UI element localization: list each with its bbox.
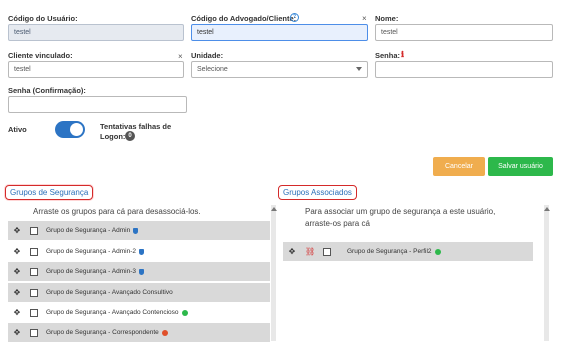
password-input[interactable] xyxy=(375,61,553,78)
associated-groups-title: Grupos Associados xyxy=(278,185,357,200)
green-dot-icon xyxy=(434,248,441,255)
group-row-3[interactable]: ✥ Grupo de Segurança - Avançado Consulti… xyxy=(8,283,270,302)
name-input[interactable]: testel xyxy=(375,24,553,41)
group-checkbox[interactable] xyxy=(30,247,38,256)
password-label: Senha: xyxy=(375,51,401,60)
group-label: Grupo de Segurança - Avançado Contencios… xyxy=(46,309,179,316)
group-label: Grupo de Segurança - Avançado Consultivo xyxy=(46,289,173,296)
group-label: Grupo de Segurança - Correspondente xyxy=(46,329,159,336)
password-confirm-input[interactable] xyxy=(8,96,187,113)
group-checkbox[interactable] xyxy=(30,308,38,317)
name-label: Nome: xyxy=(375,14,399,23)
move-icon[interactable]: ✥ xyxy=(12,308,22,317)
move-icon[interactable]: ✥ xyxy=(287,247,297,256)
toggle-knob xyxy=(70,123,83,136)
associated-label: Grupo de Segurança - Perfil2 xyxy=(347,248,432,255)
group-label: Grupo de Segurança - Admin xyxy=(46,227,131,234)
help-circle-icon[interactable]: ? xyxy=(290,13,299,22)
failed-logins-badge: 0 xyxy=(125,131,135,141)
move-icon[interactable]: ✥ xyxy=(12,226,22,235)
associated-row-0[interactable]: ✥ ⛓ Grupo de Segurança - Perfil2 xyxy=(283,242,533,261)
associated-scrollbar[interactable] xyxy=(544,205,549,341)
save-user-button[interactable]: Salvar usuário xyxy=(488,157,553,176)
group-row-0[interactable]: ✥ Grupo de Segurança - Admin xyxy=(8,221,270,240)
green-dot-icon xyxy=(181,309,188,316)
move-icon[interactable]: ✥ xyxy=(12,328,22,337)
groups-scrollbar[interactable] xyxy=(271,205,276,341)
failed-logins-label-line1: Tentativas falhas de xyxy=(100,122,172,131)
group-label: Grupo de Segurança - Admin-2 xyxy=(46,248,136,255)
unlink-icon[interactable]: ⛓ xyxy=(305,247,315,256)
security-groups-title: Grupos de Segurança xyxy=(5,185,94,200)
linked-client-input[interactable]: testel xyxy=(8,61,184,78)
lawyer-code-label: Código do Advogado/Cliente: xyxy=(191,14,297,23)
lawyer-code-input[interactable]: testel xyxy=(191,24,368,41)
associated-hint-line2: arraste-os para cá xyxy=(305,219,370,228)
move-icon[interactable]: ✥ xyxy=(12,288,22,297)
unit-select-value: Selecione xyxy=(197,66,228,73)
group-row-2[interactable]: ✥ Grupo de Segurança - Admin-3 xyxy=(8,262,270,281)
group-label: Grupo de Segurança - Admin-3 xyxy=(46,268,136,275)
linked-client-label: Cliente vinculado: xyxy=(8,51,73,60)
shield-icon xyxy=(138,248,144,255)
associated-checkbox[interactable] xyxy=(323,247,331,256)
required-icon: ℹ xyxy=(401,50,405,59)
groups-hint: Arraste os grupos para cá para desassoci… xyxy=(33,207,201,216)
clear-linked-client-icon[interactable]: × xyxy=(178,52,183,61)
red-dot-icon xyxy=(161,329,168,336)
group-checkbox[interactable] xyxy=(30,328,38,337)
move-icon[interactable]: ✥ xyxy=(12,247,22,256)
active-label: Ativo xyxy=(8,125,27,134)
move-icon[interactable]: ✥ xyxy=(12,267,22,276)
clear-lawyer-code-icon[interactable]: × xyxy=(362,14,367,23)
shield-icon xyxy=(133,227,139,234)
group-row-4[interactable]: ✥ Grupo de Segurança - Avançado Contenci… xyxy=(8,303,270,322)
group-row-1[interactable]: ✥ Grupo de Segurança - Admin-2 xyxy=(8,242,270,261)
unit-select[interactable]: Selecione xyxy=(191,61,368,78)
active-toggle[interactable] xyxy=(55,121,85,138)
unit-label: Unidade: xyxy=(191,51,224,60)
shield-icon xyxy=(138,268,144,275)
group-checkbox[interactable] xyxy=(30,267,38,276)
group-checkbox[interactable] xyxy=(30,288,38,297)
chevron-down-icon xyxy=(356,67,362,71)
group-row-5[interactable]: ✥ Grupo de Segurança - Correspondente xyxy=(8,323,270,342)
group-checkbox[interactable] xyxy=(30,226,38,235)
user-code-label: Código do Usuário: xyxy=(8,14,78,23)
cancel-button[interactable]: Cancelar xyxy=(433,157,485,176)
scroll-up-icon[interactable] xyxy=(271,207,277,211)
scroll-up-icon[interactable] xyxy=(544,207,550,211)
failed-logins-label-line2: Logon: xyxy=(100,132,126,141)
associated-hint-line1: Para associar um grupo de segurança a es… xyxy=(305,207,496,216)
password-confirm-label: Senha (Confirmação): xyxy=(8,86,86,95)
user-code-input[interactable]: testel xyxy=(8,24,184,41)
